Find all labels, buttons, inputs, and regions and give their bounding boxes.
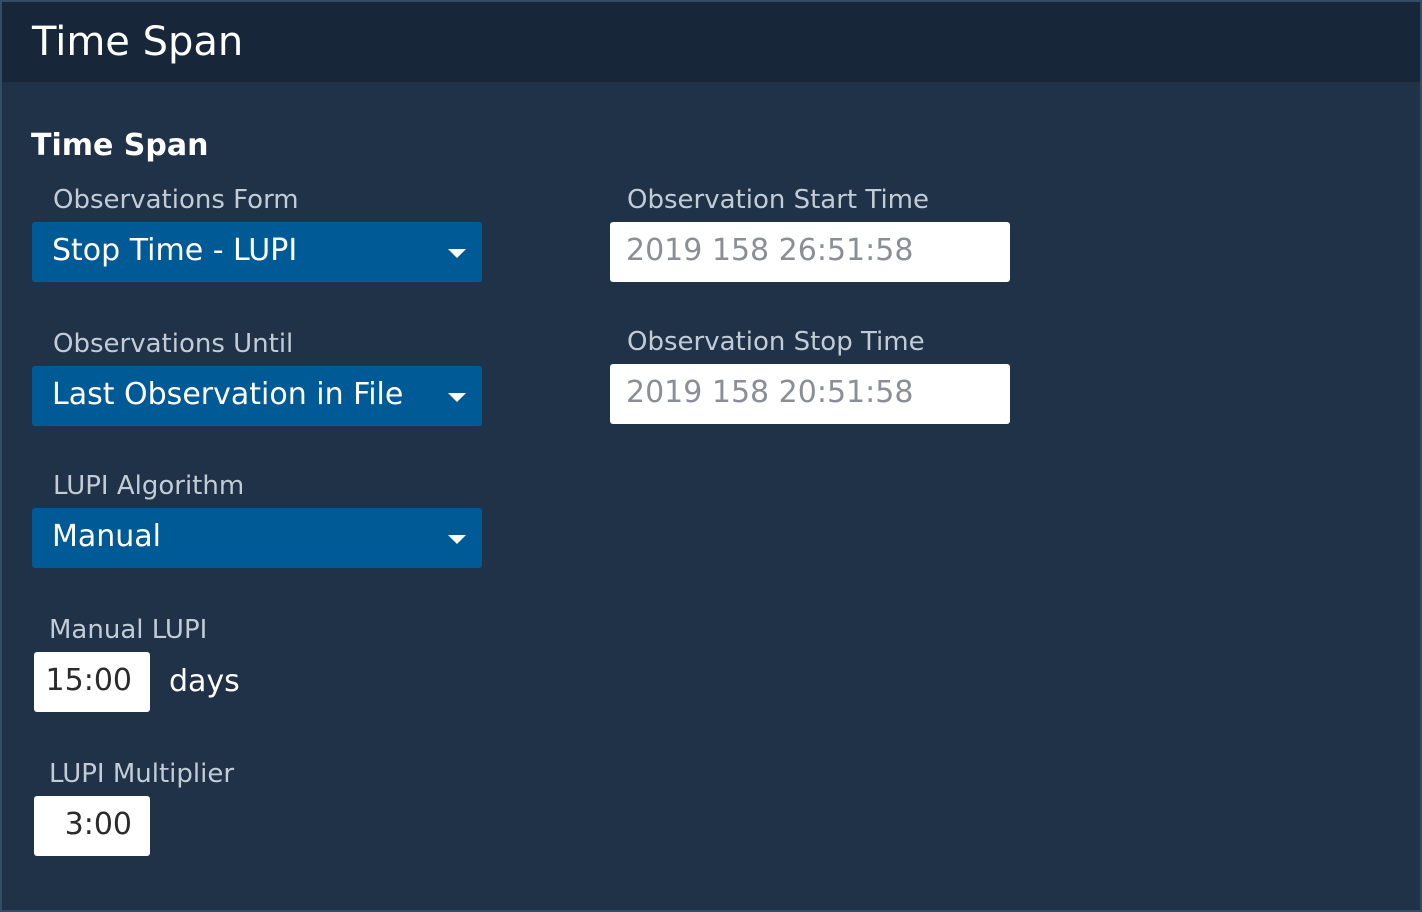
- manual-lupi-unit: days: [169, 664, 240, 699]
- start-time-value: 2019 158 26:51:58: [626, 233, 914, 268]
- observations-until-label: Observations Until: [53, 329, 294, 359]
- lupi-multiplier-label: LUPI Multiplier: [49, 759, 235, 789]
- lupi-algorithm-select[interactable]: Manual: [32, 508, 482, 568]
- observations-form-value: Stop Time - LUPI: [52, 233, 298, 268]
- observations-form-label: Observations Form: [53, 185, 299, 215]
- manual-lupi-value: 15:00: [45, 663, 132, 698]
- lupi-algorithm-label: LUPI Algorithm: [53, 471, 245, 501]
- panel-title: Time Span: [32, 19, 244, 65]
- start-time-input[interactable]: 2019 158 26:51:58: [610, 222, 1010, 282]
- time-span-panel: Time Span Time Span Observations Form St…: [0, 0, 1422, 912]
- chevron-down-icon: [448, 393, 466, 402]
- observations-until-select[interactable]: Last Observation in File: [32, 366, 482, 426]
- chevron-down-icon: [448, 249, 466, 258]
- manual-lupi-input[interactable]: 15:00: [34, 652, 150, 712]
- start-time-label: Observation Start Time: [627, 185, 929, 215]
- observations-until-value: Last Observation in File: [52, 377, 404, 412]
- manual-lupi-label: Manual LUPI: [49, 615, 208, 645]
- lupi-multiplier-input[interactable]: 3:00: [34, 796, 150, 856]
- chevron-down-icon: [448, 535, 466, 544]
- stop-time-value: 2019 158 20:51:58: [626, 375, 914, 410]
- lupi-multiplier-value: 3:00: [64, 807, 132, 842]
- section-title: Time Span: [31, 128, 209, 163]
- lupi-algorithm-value: Manual: [52, 519, 162, 554]
- stop-time-input[interactable]: 2019 158 20:51:58: [610, 364, 1010, 424]
- panel-header: Time Span: [2, 2, 1420, 82]
- observations-form-select[interactable]: Stop Time - LUPI: [32, 222, 482, 282]
- stop-time-label: Observation Stop Time: [627, 327, 925, 357]
